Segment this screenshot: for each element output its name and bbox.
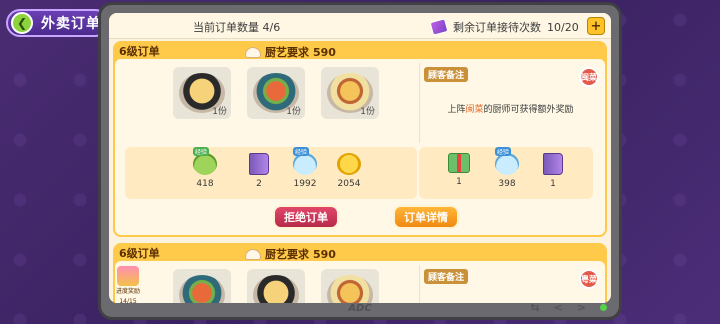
- ticket-icon: [429, 18, 449, 36]
- order-panel: 当前订单数量 4/6 剩余订单接待次数 10/20 + 6级订单 厨艺要求 59…: [109, 13, 611, 303]
- frame-footer: ADC ⇆ < >: [101, 299, 619, 317]
- next-icon[interactable]: >: [577, 301, 586, 314]
- page-title: 外卖订单: [41, 16, 101, 32]
- order-count: 当前订单数量 4/6: [193, 21, 281, 34]
- order-body: 顾客备注 粤菜: [115, 261, 605, 303]
- customer-note: 顾客备注 闽菜 上阵闽菜的厨师可获得额外奖励: [419, 63, 601, 143]
- bun-icon: [245, 46, 261, 58]
- dish-item[interactable]: [173, 269, 231, 303]
- exp-blue-icon: 经验: [293, 147, 317, 175]
- brand-label: ADC: [348, 302, 372, 314]
- add-orders-button[interactable]: +: [587, 17, 605, 35]
- bun-icon: [245, 248, 261, 260]
- cuisine-badge: 闽菜: [579, 67, 599, 87]
- reward-item[interactable]: 经验 418: [185, 147, 225, 189]
- order-header: 6级订单 厨艺要求 590: [115, 43, 605, 59]
- dish-item[interactable]: 1份: [247, 67, 305, 119]
- order-topbar: 当前订单数量 4/6 剩余订单接待次数 10/20 +: [109, 13, 611, 39]
- note-text: 上阵闽菜的厨师可获得额外奖励: [447, 105, 574, 115]
- power-icon[interactable]: [600, 304, 607, 311]
- note-title: 顾客备注: [424, 269, 469, 284]
- dish-item[interactable]: 1份: [321, 67, 379, 119]
- dish-item[interactable]: [321, 269, 379, 303]
- device-frame: 当前订单数量 4/6 剩余订单接待次数 10/20 + 6级订单 厨艺要求 59…: [98, 2, 622, 320]
- reward-item[interactable]: 1: [439, 153, 479, 187]
- skill-requirement: 厨艺要求 590: [245, 44, 336, 60]
- reward-chest-icon: [117, 266, 139, 286]
- remaining-count: 剩余订单接待次数 10/20: [429, 18, 579, 36]
- cuisine-badge: 粤菜: [579, 269, 599, 289]
- reward-item[interactable]: 经验 398: [487, 147, 527, 189]
- note-title: 顾客备注: [424, 67, 469, 82]
- reward-item[interactable]: 经验 1992: [285, 147, 325, 189]
- reward-item[interactable]: 2054: [329, 153, 369, 189]
- order-detail-button[interactable]: 订单详情: [393, 205, 459, 229]
- reward-list: 经验 418 2 经验 1992 2054: [125, 147, 417, 199]
- skill-requirement: 厨艺要求 590: [245, 246, 336, 262]
- gift-icon: [448, 153, 470, 173]
- reward-item[interactable]: 2: [239, 153, 279, 189]
- exp-green-icon: 经验: [193, 147, 217, 175]
- reward-item[interactable]: 1: [533, 153, 573, 189]
- header-badge: ❮ 外卖订单: [6, 9, 109, 37]
- dish-item[interactable]: [247, 269, 305, 303]
- book-icon: [249, 153, 269, 175]
- prev-icon[interactable]: <: [554, 301, 563, 314]
- customer-note: 顾客备注 粤菜: [419, 265, 601, 303]
- order-level: 6级订单: [119, 45, 160, 58]
- order-level: 6级订单: [119, 247, 160, 260]
- back-arrow-icon[interactable]: ❮: [11, 12, 33, 34]
- coin-icon: [337, 153, 361, 175]
- reject-order-button[interactable]: 拒绝订单: [273, 205, 339, 229]
- dish-item[interactable]: 1份: [173, 67, 231, 119]
- order-card: 6级订单 厨艺要求 590 1份 1份 1份 经验 418 2 经验 1992 …: [113, 41, 607, 237]
- exp-blue-icon: 经验: [495, 147, 519, 175]
- book-icon: [543, 153, 563, 175]
- order-card: 6级订单 厨艺要求 590 顾客备注 粤菜: [113, 243, 607, 303]
- bonus-reward-list: 1 经验 398 1: [419, 147, 593, 199]
- order-header: 6级订单 厨艺要求 590: [115, 245, 605, 261]
- order-body: 1份 1份 1份 经验 418 2 经验 1992 2054 顾客备注 闽菜 上…: [115, 59, 605, 235]
- nav-icons: ⇆ < >: [530, 301, 607, 314]
- progress-reward[interactable]: 进度奖励 14/15: [110, 266, 146, 306]
- swap-icon[interactable]: ⇆: [530, 301, 539, 314]
